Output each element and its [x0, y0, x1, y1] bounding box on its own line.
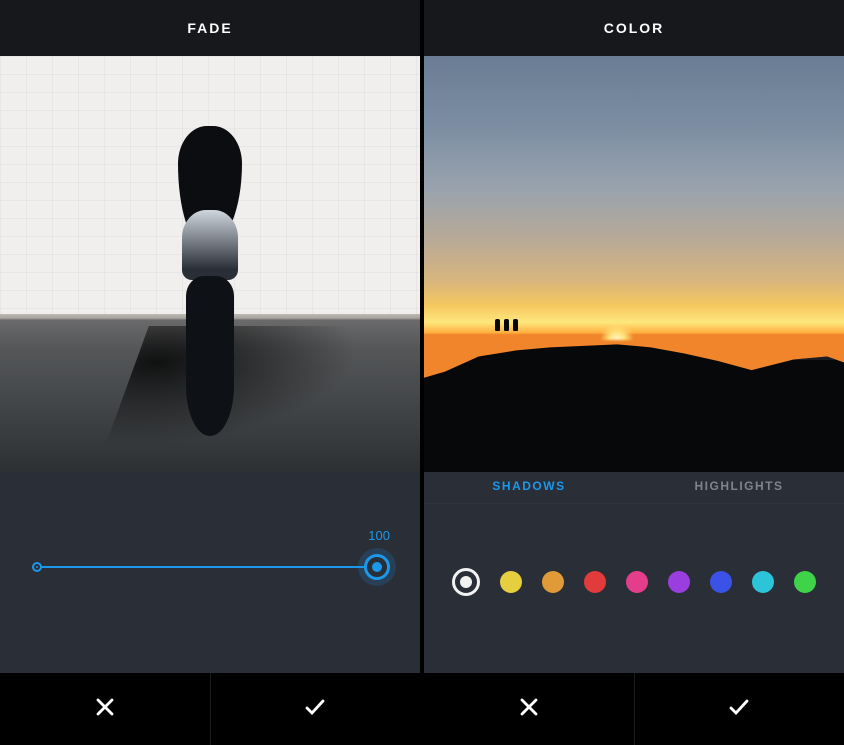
fade-title: FADE: [0, 0, 420, 56]
fade-slider-value: 100: [368, 528, 390, 543]
swatch-none[interactable]: [452, 568, 480, 596]
fade-slider-track[interactable]: [32, 566, 388, 568]
swatch-green[interactable]: [794, 571, 816, 593]
color-footer: [424, 673, 844, 745]
person-silhouette: [164, 126, 256, 438]
swatch-cyan[interactable]: [752, 571, 774, 593]
color-tabs: SHADOWSHIGHLIGHTS: [424, 472, 844, 504]
cancel-button[interactable]: [424, 673, 634, 745]
tab-shadows[interactable]: SHADOWS: [424, 472, 634, 503]
swatch-purple[interactable]: [668, 571, 690, 593]
color-preview: [424, 56, 844, 472]
confirm-button[interactable]: [635, 673, 844, 745]
tab-highlights[interactable]: HIGHLIGHTS: [634, 472, 844, 503]
fade-slider-origin: [32, 562, 42, 572]
color-title: COLOR: [424, 0, 844, 56]
swatch-blue[interactable]: [710, 571, 732, 593]
swatch-yellow[interactable]: [500, 571, 522, 593]
swatch-red[interactable]: [584, 571, 606, 593]
fade-controls: 100: [0, 472, 420, 673]
fade-preview: [0, 56, 420, 472]
color-controls: SHADOWSHIGHLIGHTS: [424, 472, 844, 673]
fade-slider[interactable]: 100: [32, 566, 388, 568]
swatch-magenta[interactable]: [626, 571, 648, 593]
cancel-button[interactable]: [0, 673, 210, 745]
confirm-button[interactable]: [211, 673, 421, 745]
fade-slider-thumb[interactable]: [364, 554, 390, 580]
close-icon: [517, 695, 541, 724]
check-icon: [303, 695, 327, 724]
swatch-orange[interactable]: [542, 571, 564, 593]
check-icon: [727, 695, 751, 724]
fade-footer: [0, 673, 420, 745]
color-panel: COLOR SHADOWSHIGHLIGHTS: [424, 0, 844, 745]
close-icon: [93, 695, 117, 724]
people-silhouettes: [495, 319, 518, 331]
color-swatches: [424, 568, 844, 596]
fade-panel: FADE 100: [0, 0, 420, 745]
